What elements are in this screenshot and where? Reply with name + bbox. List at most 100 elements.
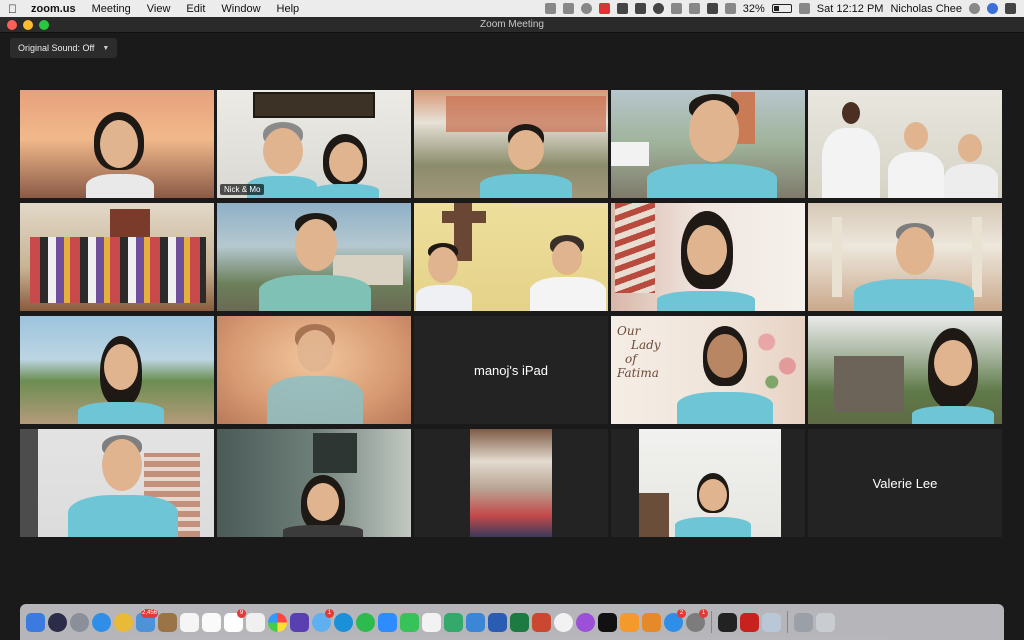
contacts-icon[interactable] <box>158 612 177 632</box>
close-window-icon[interactable] <box>7 20 17 30</box>
menu-window[interactable]: Window <box>221 3 260 15</box>
participant-tile[interactable] <box>20 429 214 537</box>
participant-tile-our-lady-of-fatima[interactable]: Our Lady of Fatima <box>611 316 805 424</box>
participant-name-label: Nick & Mo <box>220 184 265 195</box>
fatima-caption-line: Fatima <box>617 366 659 380</box>
colorful-app-icon[interactable] <box>598 3 610 14</box>
facetime-icon[interactable] <box>400 612 419 632</box>
menu-view[interactable]: View <box>147 3 171 15</box>
calendar-icon[interactable]: 9 <box>224 608 246 632</box>
wifi-icon[interactable] <box>688 3 700 14</box>
powerpoint-icon[interactable] <box>532 612 551 632</box>
window-titlebar[interactable]: Zoom Meeting <box>0 17 1024 33</box>
original-sound-dropdown[interactable]: Original Sound: Off ▼ <box>10 38 118 58</box>
notification-center-icon[interactable] <box>1005 3 1016 14</box>
volume-icon[interactable] <box>724 3 736 14</box>
time-machine-icon[interactable] <box>652 3 664 14</box>
mail-icon[interactable]: 2,456 <box>136 608 158 632</box>
skype-icon[interactable] <box>334 612 353 632</box>
notification-badge: 1 <box>325 608 334 618</box>
notes-icon[interactable] <box>180 612 199 632</box>
participant-tile[interactable] <box>20 203 214 311</box>
participant-tile[interactable] <box>414 203 608 311</box>
participant-tile[interactable] <box>414 90 608 198</box>
macos-menubar:  zoom.us Meeting View Edit Window Help … <box>0 0 1024 17</box>
screenshot-icon[interactable] <box>762 612 781 632</box>
acrobat-icon[interactable] <box>740 612 759 632</box>
fatima-caption-line: Lady <box>631 338 661 352</box>
upload-icon[interactable] <box>616 3 628 14</box>
flag-icon[interactable] <box>798 3 810 14</box>
participant-figure <box>647 94 777 198</box>
participant-tile-manoj-ipad[interactable]: manoj's iPad <box>414 316 608 424</box>
participant-figure <box>888 122 944 198</box>
menu-app-zoom[interactable]: zoom.us <box>31 3 76 15</box>
messages-icon[interactable]: 1 <box>312 608 334 632</box>
participant-tile-nick-mo[interactable]: Nick & Mo <box>217 90 411 198</box>
participant-figure <box>78 336 164 424</box>
participant-tile[interactable] <box>217 429 411 537</box>
battery-percent[interactable]: 32% <box>743 3 765 15</box>
reminders-icon[interactable] <box>202 612 221 632</box>
cloud-icon[interactable] <box>562 3 574 14</box>
star-app-icon[interactable] <box>290 612 309 632</box>
menubar-clock[interactable]: Sat 12:12 PM <box>817 3 884 15</box>
participant-tile[interactable] <box>808 316 1002 424</box>
zoom-icon[interactable] <box>378 612 397 632</box>
airplay-icon[interactable] <box>634 3 646 14</box>
spotlight-search-icon[interactable] <box>969 3 980 14</box>
participant-tile[interactable] <box>611 203 805 311</box>
menu-help[interactable]: Help <box>277 3 300 15</box>
podcasts-icon[interactable] <box>576 612 595 632</box>
siri-icon[interactable] <box>987 3 998 14</box>
minimize-window-icon[interactable] <box>23 20 33 30</box>
app-store-icon[interactable]: 2 <box>664 608 686 632</box>
chrome-icon[interactable] <box>114 612 133 632</box>
cloud-icon[interactable] <box>544 3 556 14</box>
staircase <box>615 203 655 293</box>
system-preferences-icon[interactable]: 1 <box>686 608 708 632</box>
downloads-folder-icon[interactable] <box>794 612 813 632</box>
participant-tile[interactable] <box>217 203 411 311</box>
participant-tile[interactable] <box>611 429 805 537</box>
menu-edit[interactable]: Edit <box>186 3 205 15</box>
music-icon[interactable] <box>554 612 573 632</box>
dock-divider <box>711 611 712 633</box>
participant-tile[interactable] <box>611 90 805 198</box>
participant-tile[interactable] <box>20 90 214 198</box>
finder-icon[interactable] <box>26 612 45 632</box>
participant-name-placeholder: Valerie Lee <box>872 475 938 491</box>
stickies-icon[interactable] <box>246 612 265 632</box>
activity-monitor-icon[interactable] <box>718 612 737 632</box>
excel-icon[interactable] <box>510 612 529 632</box>
pages-icon[interactable] <box>642 612 661 632</box>
books-icon[interactable] <box>620 612 639 632</box>
participant-tile[interactable] <box>414 429 608 537</box>
keynote-icon[interactable] <box>466 612 485 632</box>
siri-icon[interactable] <box>48 612 67 632</box>
participant-tile[interactable] <box>808 90 1002 198</box>
battery-icon[interactable] <box>771 4 792 13</box>
word-icon[interactable] <box>488 612 507 632</box>
whatsapp-icon[interactable] <box>356 612 375 632</box>
menubar-user[interactable]: Nicholas Chee <box>890 3 962 15</box>
safari-icon[interactable] <box>92 612 111 632</box>
launchpad-icon[interactable] <box>70 612 89 632</box>
participant-tile[interactable] <box>20 316 214 424</box>
menu-meeting[interactable]: Meeting <box>92 3 131 15</box>
participant-tile[interactable] <box>808 203 1002 311</box>
preview-icon[interactable] <box>422 612 441 632</box>
apple-menu-icon[interactable]:  <box>8 2 17 16</box>
battery-status-icon[interactable] <box>706 3 718 14</box>
apple-tv-icon[interactable] <box>598 612 617 632</box>
participant-figure <box>259 213 371 311</box>
participant-tile[interactable] <box>217 316 411 424</box>
fatima-caption-line: Our <box>617 324 641 338</box>
bluetooth-icon[interactable] <box>670 3 682 14</box>
participant-tile-valerie-lee[interactable]: Valerie Lee <box>808 429 1002 537</box>
trash-icon[interactable] <box>816 612 835 632</box>
play-icon[interactable] <box>580 3 592 14</box>
maximize-window-icon[interactable] <box>39 20 49 30</box>
numbers-icon[interactable] <box>444 612 463 632</box>
photos-icon[interactable] <box>268 612 287 632</box>
